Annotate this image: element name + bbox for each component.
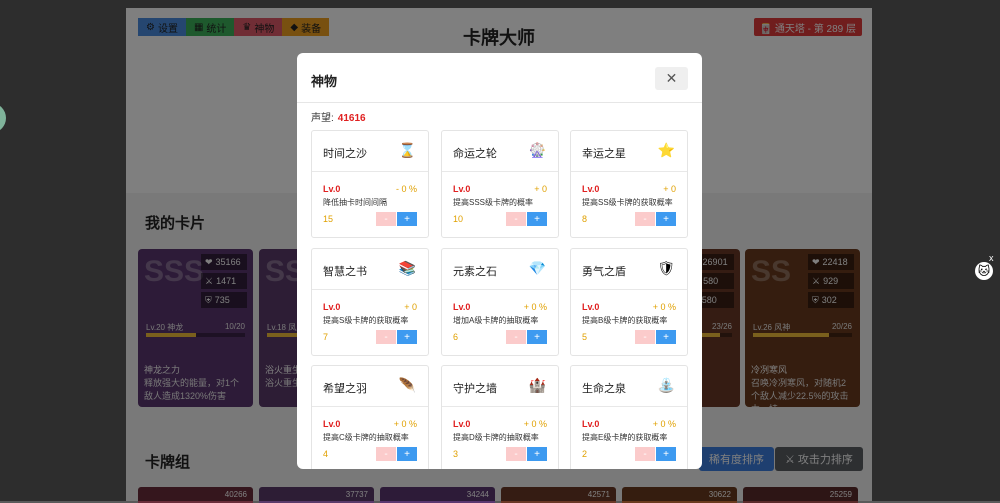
- prestige-value: 41616: [337, 113, 366, 124]
- artifact-icon: 📚: [398, 260, 416, 276]
- artifact-level: Lv.0: [453, 302, 471, 312]
- artifact-bonus: - 0 %: [395, 184, 417, 194]
- artifact-level: Lv.0: [453, 184, 471, 194]
- artifact-name: 命运之轮: [453, 148, 497, 160]
- artifact-level: Lv.0: [582, 184, 600, 194]
- artifact-card: 时间之沙 ⌛ Lv.0 - 0 % 降低抽卡时间间隔 15 - +: [311, 130, 429, 238]
- decrease-button[interactable]: -: [635, 330, 655, 344]
- artifact-icon: 🎡: [528, 142, 546, 158]
- artifact-name: 幸运之星: [582, 148, 626, 160]
- increase-button[interactable]: +: [656, 330, 676, 344]
- artifact-level: Lv.0: [323, 419, 341, 429]
- artifact-desc: 提高E级卡牌的获取概率: [582, 433, 668, 442]
- increase-button[interactable]: +: [397, 330, 417, 344]
- artifact-card: 守护之墙 🏰 Lv.0 + 0 % 提高D级卡牌的抽取概率 3 - +: [441, 365, 559, 469]
- side-widget-close-icon[interactable]: x: [989, 253, 994, 263]
- artifact-icon: ⭐: [657, 142, 675, 158]
- artifact-bonus: + 0 %: [523, 302, 547, 312]
- artifact-icon: ⌛: [398, 142, 416, 158]
- artifact-desc: 提高SSS级卡牌的概率: [453, 198, 534, 207]
- artifact-cost: 4: [323, 449, 329, 459]
- artifact-modal: 神物 ✕ 声望: 41616 时间之沙 ⌛ Lv.0 - 0 % 降低抽卡时间间隔…: [297, 53, 702, 469]
- artifact-desc: 提高S级卡牌的获取概率: [323, 316, 409, 325]
- artifact-name: 智慧之书: [323, 266, 367, 278]
- artifact-cost: 5: [582, 332, 588, 342]
- divider: [571, 289, 687, 290]
- artifact-name: 守护之墙: [453, 383, 497, 395]
- decrease-button[interactable]: -: [635, 212, 655, 226]
- divider: [312, 289, 428, 290]
- artifact-card: 希望之羽 🪶 Lv.0 + 0 % 提高C级卡牌的抽取概率 4 - +: [311, 365, 429, 469]
- increase-button[interactable]: +: [656, 447, 676, 461]
- decrease-button[interactable]: -: [376, 212, 396, 226]
- artifact-desc: 提高B级卡牌的获取概率: [582, 316, 668, 325]
- artifact-icon: 🏰: [528, 377, 546, 393]
- artifact-cost: 15: [323, 214, 334, 224]
- artifact-card: 元素之石 💎 Lv.0 + 0 % 增加A级卡牌的抽取概率 6 - +: [441, 248, 559, 356]
- artifact-icon: 💎: [528, 260, 546, 276]
- artifact-cost: 10: [453, 214, 464, 224]
- decrease-button[interactable]: -: [506, 330, 526, 344]
- divider: [442, 171, 558, 172]
- modal-header: 神物 ✕: [297, 53, 702, 103]
- artifact-name: 希望之羽: [323, 383, 367, 395]
- artifact-bonus: + 0 %: [652, 302, 676, 312]
- artifact-desc: 降低抽卡时间间隔: [323, 198, 387, 207]
- divider: [312, 171, 428, 172]
- decrease-button[interactable]: -: [506, 212, 526, 226]
- prestige-label: 声望:: [311, 113, 334, 124]
- artifact-icon: ⛲: [657, 377, 675, 393]
- close-button[interactable]: ✕: [655, 67, 688, 90]
- decrease-button[interactable]: -: [506, 447, 526, 461]
- divider: [571, 171, 687, 172]
- artifact-bonus: + 0 %: [393, 419, 417, 429]
- artifact-card: 智慧之书 📚 Lv.0 + 0 提高S级卡牌的获取概率 7 - +: [311, 248, 429, 356]
- artifact-level: Lv.0: [323, 184, 341, 194]
- modal-title: 神物: [311, 74, 338, 89]
- artifact-name: 时间之沙: [323, 148, 367, 160]
- increase-button[interactable]: +: [656, 212, 676, 226]
- artifact-bonus: + 0 %: [652, 419, 676, 429]
- artifact-level: Lv.0: [453, 419, 471, 429]
- artifact-bonus: + 0: [663, 184, 676, 194]
- artifact-cost: 2: [582, 449, 588, 459]
- increase-button[interactable]: +: [397, 447, 417, 461]
- prestige-display: 声望: 41616: [311, 109, 366, 124]
- artifact-bonus: + 0: [534, 184, 547, 194]
- increase-button[interactable]: +: [527, 212, 547, 226]
- divider: [312, 406, 428, 407]
- artifact-cost: 7: [323, 332, 329, 342]
- artifact-cost: 6: [453, 332, 459, 342]
- artifact-name: 生命之泉: [582, 383, 626, 395]
- artifact-bonus: + 0 %: [523, 419, 547, 429]
- artifact-name: 元素之石: [453, 266, 497, 278]
- artifact-cost: 3: [453, 449, 459, 459]
- decrease-button[interactable]: -: [376, 330, 396, 344]
- artifact-card: 幸运之星 ⭐ Lv.0 + 0 提高SS级卡牌的获取概率 8 - +: [570, 130, 688, 238]
- increase-button[interactable]: +: [527, 447, 547, 461]
- artifact-name: 勇气之盾: [582, 266, 626, 278]
- artifact-level: Lv.0: [582, 419, 600, 429]
- artifact-desc: 提高D级卡牌的抽取概率: [453, 433, 539, 442]
- artifact-desc: 增加A级卡牌的抽取概率: [453, 316, 539, 325]
- artifact-bonus: + 0: [404, 302, 417, 312]
- artifact-level: Lv.0: [323, 302, 341, 312]
- divider: [571, 406, 687, 407]
- decrease-button[interactable]: -: [376, 447, 396, 461]
- artifact-desc: 提高SS级卡牌的获取概率: [582, 198, 673, 207]
- divider: [442, 406, 558, 407]
- artifact-card: 勇气之盾 🛡 Lv.0 + 0 % 提高B级卡牌的获取概率 5 - +: [570, 248, 688, 356]
- cat-face-icon[interactable]: 🐱: [975, 262, 993, 280]
- increase-button[interactable]: +: [397, 212, 417, 226]
- artifact-icon: 🛡: [657, 260, 675, 276]
- increase-button[interactable]: +: [527, 330, 547, 344]
- artifact-card: 命运之轮 🎡 Lv.0 + 0 提高SSS级卡牌的概率 10 - +: [441, 130, 559, 238]
- divider: [442, 289, 558, 290]
- artifact-cost: 8: [582, 214, 588, 224]
- artifact-level: Lv.0: [582, 302, 600, 312]
- artifact-card: 生命之泉 ⛲ Lv.0 + 0 % 提高E级卡牌的获取概率 2 - +: [570, 365, 688, 469]
- artifact-desc: 提高C级卡牌的抽取概率: [323, 433, 409, 442]
- artifact-icon: 🪶: [398, 377, 416, 393]
- decrease-button[interactable]: -: [635, 447, 655, 461]
